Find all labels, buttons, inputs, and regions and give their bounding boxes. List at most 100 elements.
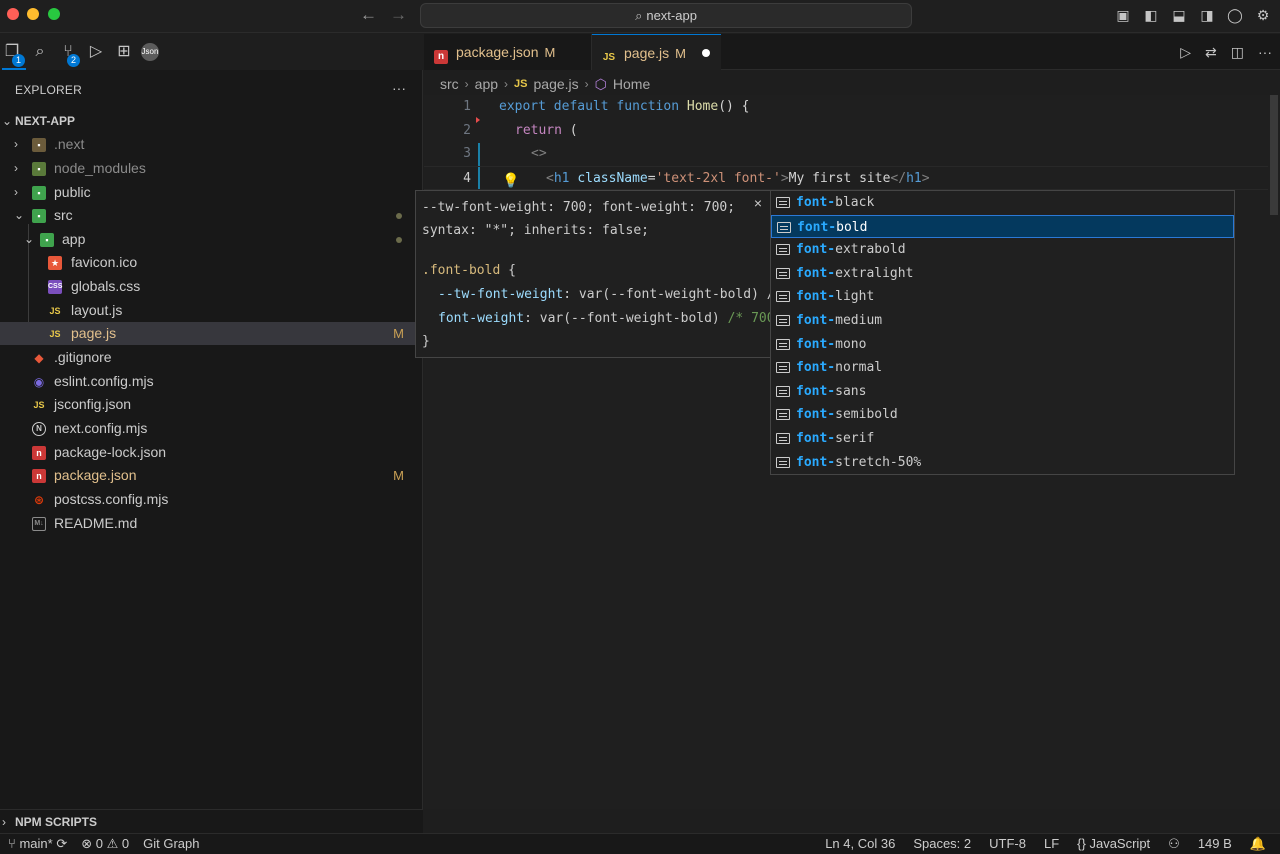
tab-page-js[interactable]: JS page.js M <box>592 34 721 70</box>
split-editor-icon[interactable]: ◫ <box>1231 44 1244 61</box>
close-icon[interactable]: × <box>754 195 762 211</box>
suggestion-item[interactable]: font-medium <box>771 309 1234 333</box>
branch-status[interactable]: ⑂ main* ⟳ <box>8 834 67 854</box>
tree-item-label: package.json <box>54 467 137 483</box>
tree-item-label: layout.js <box>71 302 123 318</box>
tree-item-layout-js[interactable]: JS layout.js <box>0 299 422 322</box>
tree-item-label: README.md <box>54 515 138 531</box>
suggestion-item[interactable]: font-extralight <box>771 262 1234 286</box>
breadcrumb-file[interactable]: page.js <box>534 76 579 92</box>
indentation[interactable]: Spaces: 2 <box>913 834 971 854</box>
tree-item-gitignore[interactable]: ◆ .gitignore <box>0 346 422 369</box>
tree-item-page-js[interactable]: JS page.js M <box>0 322 422 345</box>
suggestion-item[interactable]: font-stretch-50% <box>771 451 1234 475</box>
tree-item-label: eslint.config.mjs <box>54 373 154 389</box>
tree-item-public[interactable]: › ▪ public <box>0 181 422 204</box>
tree-item-label: .next <box>54 136 85 152</box>
doc-code-line: font-weight: var(--font-weight-bold) /* … <box>438 311 771 326</box>
more-actions-icon[interactable]: ··· <box>392 80 406 96</box>
cursor-position[interactable]: Ln 4, Col 36 <box>825 834 895 854</box>
more-actions-icon[interactable]: ··· <box>1258 44 1272 61</box>
suggestion-item[interactable]: font-normal <box>771 356 1234 380</box>
scrollbar-thumb[interactable] <box>1270 95 1278 215</box>
account-icon[interactable]: ◯ <box>1226 6 1244 24</box>
line-number: 4 <box>463 171 471 186</box>
suggestion-item[interactable]: font-semibold <box>771 403 1234 427</box>
js-file-icon: JS <box>33 400 45 410</box>
tree-item-readme[interactable]: M↓ README.md <box>0 512 422 535</box>
tab-label: package.json <box>456 44 539 60</box>
tree-item-postcss-config[interactable]: ⊛ postcss.config.mjs <box>0 488 422 511</box>
toggle-panel-icon[interactable]: ⬓ <box>1170 6 1188 24</box>
line-number: 1 <box>463 99 471 114</box>
end-of-line[interactable]: LF <box>1044 834 1059 854</box>
tree-item-globals-css[interactable]: CSS globals.css <box>0 275 422 298</box>
toggle-secondary-sidebar-icon[interactable]: ◨ <box>1198 6 1216 24</box>
run-debug-icon[interactable]: ▷ <box>86 42 106 62</box>
unsaved-dot-icon[interactable] <box>702 49 710 57</box>
extensions-icon[interactable]: ⊞ <box>114 42 134 62</box>
line-number: 2 <box>463 123 471 138</box>
npm-icon: n <box>32 446 46 460</box>
npm-scripts-section[interactable]: › NPM SCRIPTS <box>0 809 423 833</box>
tree-item-package-lock[interactable]: n package-lock.json <box>0 441 422 464</box>
problems-status[interactable]: ⊗ 0 ⚠ 0 <box>81 834 129 854</box>
chevron-down-icon: ⌄ <box>2 114 13 128</box>
customize-layout-icon[interactable]: ▣ <box>1114 6 1132 24</box>
tree-item-node-modules[interactable]: › ▪ node_modules <box>0 157 422 180</box>
tree-item-label: .gitignore <box>54 349 112 365</box>
tree-item-src[interactable]: ⌄ ▪ src <box>0 204 422 227</box>
tree-item-jsconfig[interactable]: JS jsconfig.json <box>0 393 422 416</box>
tree-item-label: globals.css <box>71 278 141 294</box>
suggestion-item[interactable]: font-serif <box>771 427 1234 451</box>
folder-icon: ▪ <box>32 162 46 176</box>
maximize-window-button[interactable] <box>48 8 60 20</box>
suggestion-item[interactable]: font-mono <box>771 333 1234 357</box>
folder-icon: ▪ <box>32 138 46 152</box>
tree-item-next-config[interactable]: N next.config.mjs <box>0 417 422 440</box>
project-section-header[interactable]: ⌄ NEXT-APP <box>0 110 422 132</box>
minimize-window-button[interactable] <box>27 8 39 20</box>
command-center-label: next-app <box>646 8 697 23</box>
compare-changes-icon[interactable]: ⇄ <box>1205 44 1217 61</box>
forward-button[interactable]: → <box>390 5 407 25</box>
settings-gear-icon[interactable]: ⚙ <box>1254 6 1272 24</box>
suggestion-item[interactable]: font-extrabold <box>771 238 1234 262</box>
command-center-search[interactable]: ⌕ next-app <box>420 3 912 28</box>
search-icon[interactable]: ⌕ <box>30 42 50 62</box>
tree-item-favicon[interactable]: ★ favicon.ico <box>0 251 422 274</box>
tree-item-app[interactable]: ⌄ ▪ app <box>0 228 422 251</box>
tab-package-json[interactable]: n package.json M <box>424 34 592 70</box>
toggle-primary-sidebar-icon[interactable]: ◧ <box>1142 6 1160 24</box>
tree-item-eslint-config[interactable]: ◉ eslint.config.mjs <box>0 370 422 393</box>
breadcrumb-src[interactable]: src <box>440 76 459 92</box>
editor-scrollbar[interactable] <box>1268 95 1280 809</box>
close-window-button[interactable] <box>7 8 19 20</box>
suggestion-item-selected[interactable]: font-bold <box>771 214 1234 239</box>
tree-item-next[interactable]: › ▪ .next <box>0 133 422 156</box>
chevron-right-icon: › <box>14 137 18 151</box>
suggestion-item[interactable]: font-sans <box>771 380 1234 404</box>
suggestion-item[interactable]: font-light <box>771 285 1234 309</box>
breadcrumb-app[interactable]: app <box>475 76 498 92</box>
copilot-icon[interactable]: ⚇ <box>1168 834 1180 854</box>
breadcrumb-symbol[interactable]: Home <box>613 76 650 92</box>
tree-item-package-json[interactable]: n package.json M <box>0 464 422 487</box>
tree-item-label: node_modules <box>54 160 146 176</box>
tab-modified-badge: M <box>544 45 556 60</box>
language-mode[interactable]: {} JavaScript <box>1077 834 1150 854</box>
chevron-right-icon: › <box>504 77 509 91</box>
doc-code-line: --tw-font-weight: var(--font-weight-bold… <box>438 287 771 302</box>
run-icon[interactable]: ▷ <box>1180 44 1191 61</box>
git-graph-button[interactable]: Git Graph <box>143 834 199 854</box>
suggestion-item[interactable]: font-black <box>771 191 1234 215</box>
notifications-bell-icon[interactable]: 🔔 <box>1250 834 1266 854</box>
back-button[interactable]: ← <box>360 5 377 25</box>
braces-icon: {} <box>1077 836 1086 851</box>
autocomplete-suggestions: font-black font-bold font-extrabold font… <box>770 190 1235 475</box>
encoding[interactable]: UTF-8 <box>989 834 1026 854</box>
git-icon: ◆ <box>34 351 44 365</box>
json-extension-icon[interactable]: Json <box>141 43 159 61</box>
chevron-down-icon: ⌄ <box>14 208 25 222</box>
tree-item-label: package-lock.json <box>54 444 167 460</box>
